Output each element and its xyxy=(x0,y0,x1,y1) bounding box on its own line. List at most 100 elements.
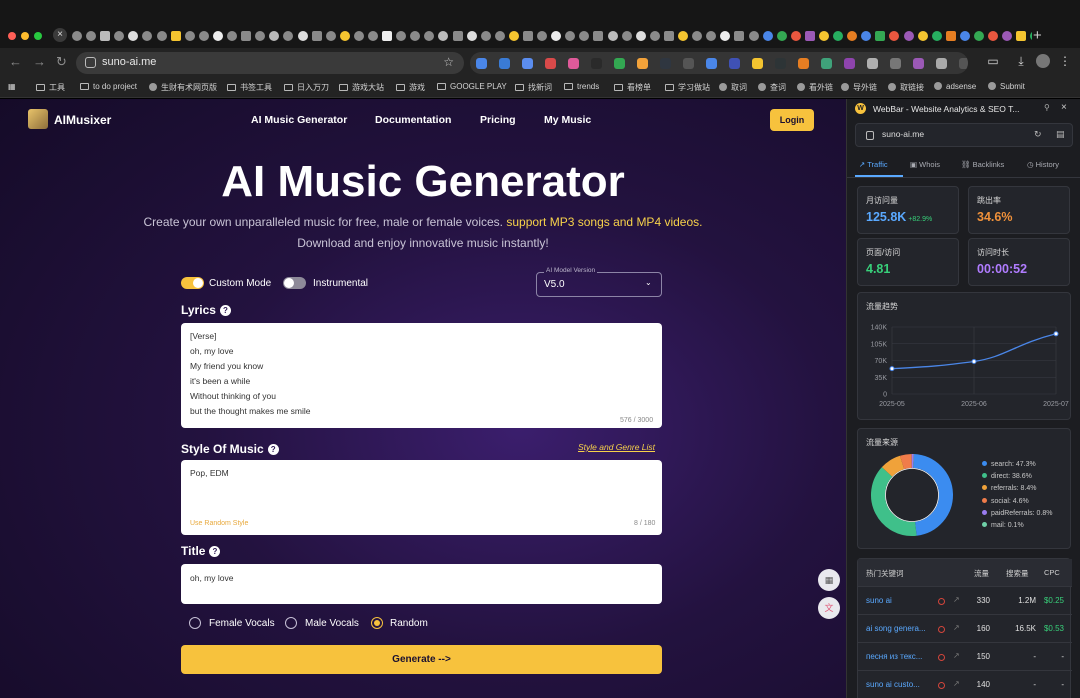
pinned-tab-favicon-icon[interactable] xyxy=(663,31,674,41)
maximize-window-button[interactable] xyxy=(34,32,42,40)
pinned-tab-favicon-icon[interactable] xyxy=(438,31,449,41)
pinned-tab-favicon-icon[interactable] xyxy=(692,31,703,41)
pinned-tab-favicon-icon[interactable] xyxy=(635,31,646,41)
calendar-icon[interactable]: ▤ xyxy=(1056,129,1065,140)
pinned-tab-favicon-icon[interactable] xyxy=(184,31,195,41)
extension-icon[interactable] xyxy=(913,57,924,69)
cast-icon[interactable]: ▭ xyxy=(986,54,1000,68)
bookmark-item[interactable]: 查词 xyxy=(758,82,786,93)
translate-icon[interactable]: 文 xyxy=(818,597,840,619)
extension-icon[interactable] xyxy=(706,57,717,69)
bookmark-item[interactable]: GOOGLE PLAY xyxy=(437,82,507,91)
pie-slice[interactable] xyxy=(871,467,917,536)
trend-icon[interactable]: ↗ xyxy=(953,623,960,632)
extension-icon[interactable] xyxy=(798,57,809,69)
close-window-button[interactable] xyxy=(8,32,16,40)
bookmark-item[interactable]: Submit xyxy=(988,82,1025,91)
nav-ai-music-generator[interactable]: AI Music Generator xyxy=(251,114,347,126)
custom-mode-toggle[interactable] xyxy=(181,277,204,289)
google-icon[interactable] xyxy=(938,682,945,689)
pinned-tab-favicon-icon[interactable] xyxy=(480,31,491,41)
extension-icon[interactable] xyxy=(637,57,648,69)
pinned-tab-favicon-icon[interactable] xyxy=(142,31,153,41)
style-textarea[interactable] xyxy=(181,460,662,535)
pinned-tab-favicon-icon[interactable] xyxy=(114,31,125,41)
pinned-tab-favicon-icon[interactable] xyxy=(311,31,322,41)
back-icon[interactable]: ← xyxy=(9,54,22,69)
reload-icon[interactable]: ↻ xyxy=(56,54,67,70)
new-tab-button[interactable]: + xyxy=(1033,27,1042,44)
pinned-tab-favicon-icon[interactable] xyxy=(283,31,294,41)
refresh-icon[interactable]: ↻ xyxy=(1034,129,1042,140)
menu-icon[interactable]: ⋮ xyxy=(1058,54,1072,68)
pinned-tab-favicon-icon[interactable] xyxy=(452,31,463,41)
title-input[interactable] xyxy=(181,564,662,604)
extension-icon[interactable] xyxy=(683,57,694,69)
forward-icon[interactable]: → xyxy=(33,54,46,69)
pin-icon[interactable]: ⚲ xyxy=(1044,103,1050,112)
keyword-row[interactable]: suno ai custo... ↗ 140 - - xyxy=(858,670,1072,698)
extension-icon[interactable] xyxy=(844,57,855,69)
extension-icon[interactable] xyxy=(867,57,878,69)
qr-code-icon[interactable]: ▦ xyxy=(818,569,840,591)
bookmark-item[interactable]: 取词 xyxy=(719,82,747,93)
pinned-tab-favicon-icon[interactable] xyxy=(706,31,717,41)
bookmark-item[interactable]: 学习做站 xyxy=(665,82,710,93)
male-vocals-label[interactable]: Male Vocals xyxy=(305,618,359,629)
tab-history[interactable]: ◷ History xyxy=(1027,160,1059,169)
login-button[interactable]: Login xyxy=(770,109,814,131)
nav-my-music[interactable]: My Music xyxy=(544,114,591,126)
bookmark-item[interactable]: 导外链 xyxy=(841,82,877,93)
pinned-tab-favicon-icon[interactable] xyxy=(959,31,970,41)
pinned-tab-favicon-icon[interactable] xyxy=(410,31,421,41)
keyword-row[interactable]: песня из текс... ↗ 150 - - xyxy=(858,642,1072,670)
site-info-icon[interactable] xyxy=(85,57,96,68)
pinned-tab-favicon-icon[interactable] xyxy=(325,31,336,41)
trend-icon[interactable]: ↗ xyxy=(953,651,960,660)
help-icon[interactable]: ? xyxy=(219,305,231,316)
keyword-term[interactable]: ai song genera... xyxy=(866,624,932,633)
pinned-tab-favicon-icon[interactable] xyxy=(1002,31,1013,41)
bookmark-item[interactable]: 取链接 xyxy=(888,82,924,93)
extension-icon[interactable] xyxy=(936,57,947,69)
address-url[interactable]: suno-ai.me xyxy=(102,56,156,68)
bookmark-item[interactable]: 生财有术网页版 xyxy=(149,82,217,93)
avatar[interactable] xyxy=(1036,54,1050,68)
pinned-tab-favicon-icon[interactable] xyxy=(86,31,97,41)
pinned-tab-favicon-icon[interactable] xyxy=(988,31,999,41)
pinned-tab-favicon-icon[interactable] xyxy=(621,31,632,41)
pinned-tab-favicon-icon[interactable] xyxy=(255,31,266,41)
pinned-tab-favicon-icon[interactable] xyxy=(241,31,252,41)
bookmark-item[interactable]: 工具 xyxy=(36,82,65,93)
keyword-term[interactable]: suno ai custo... xyxy=(866,680,932,689)
extension-icon[interactable] xyxy=(890,57,901,69)
pinned-tab-favicon-icon[interactable] xyxy=(720,31,731,41)
pinned-tab-favicon-icon[interactable] xyxy=(847,31,858,41)
bookmark-item[interactable]: 日入万刀 xyxy=(284,82,329,93)
pinned-tab-favicon-icon[interactable] xyxy=(607,31,618,41)
bookmark-star-icon[interactable]: ☆ xyxy=(443,55,454,69)
pinned-tab-favicon-icon[interactable] xyxy=(537,31,548,41)
generate-button[interactable]: Generate --> xyxy=(181,645,662,674)
bookmark-item[interactable]: adsense xyxy=(934,82,976,91)
pinned-tab-favicon-icon[interactable] xyxy=(875,31,886,41)
pinned-tab-favicon-icon[interactable] xyxy=(198,31,209,41)
extension-icon[interactable] xyxy=(821,57,832,69)
pinned-tab-favicon-icon[interactable] xyxy=(833,31,844,41)
bookmark-item[interactable]: 找新词 xyxy=(515,82,552,93)
pinned-tab-favicon-icon[interactable] xyxy=(466,31,477,41)
tab-close-icon[interactable]: × xyxy=(53,28,67,42)
pinned-tab-favicon-icon[interactable] xyxy=(353,31,364,41)
female-vocals-radio[interactable] xyxy=(189,617,201,629)
keyword-term[interactable]: suno ai xyxy=(866,596,932,605)
pinned-tab-favicon-icon[interactable] xyxy=(649,31,660,41)
minimize-window-button[interactable] xyxy=(21,32,29,40)
trend-point[interactable] xyxy=(1053,331,1059,337)
keyword-row[interactable]: ai song genera... ↗ 160 16.5K $0.53 xyxy=(858,614,1072,642)
pinned-tab-favicon-icon[interactable] xyxy=(579,31,590,41)
pinned-tab-favicon-icon[interactable] xyxy=(790,31,801,41)
tab-whois[interactable]: ▣ Whois xyxy=(910,160,940,169)
close-icon[interactable]: × xyxy=(1061,102,1067,113)
apps-icon[interactable]: ▦ xyxy=(8,82,16,91)
trend-point[interactable] xyxy=(971,358,977,364)
